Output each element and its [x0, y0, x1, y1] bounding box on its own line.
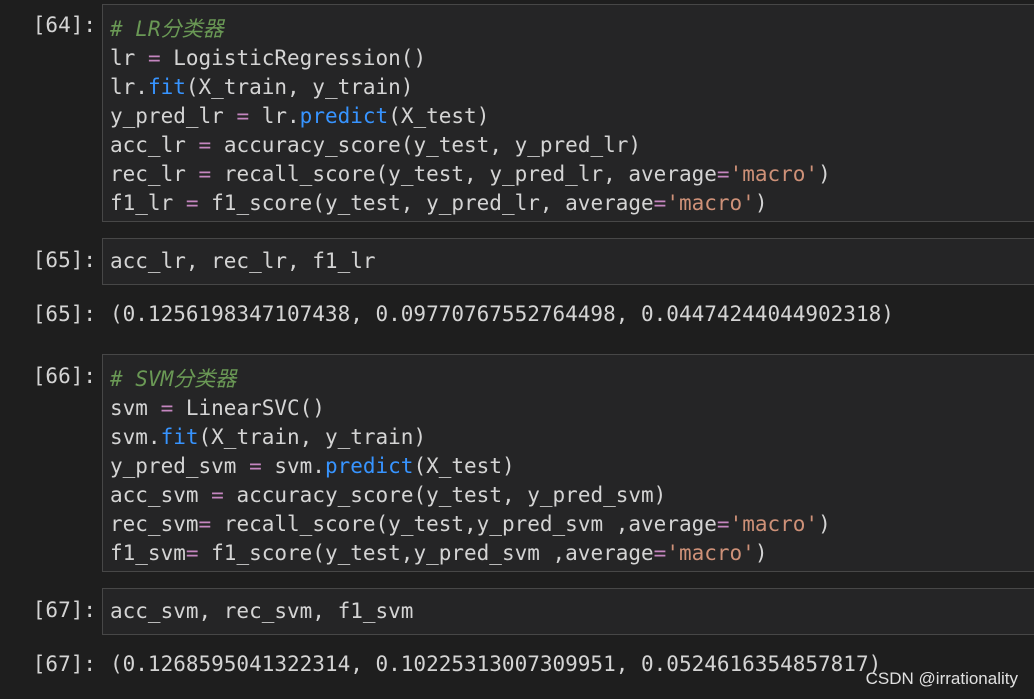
code-text: LogisticRegression() — [160, 46, 427, 70]
output-65: (0.1256198347107438, 0.09770767552764498… — [110, 302, 894, 326]
code-text: y_pred_svm — [110, 454, 250, 478]
code-text: LinearSVC() — [173, 396, 325, 420]
code-operator: = — [198, 512, 212, 536]
code-operator: = — [236, 104, 250, 128]
code-text: ) — [754, 541, 768, 565]
code-line: acc_svm, rec_svm, f1_svm — [110, 599, 414, 623]
code-line: f1_svm= f1_score(y_test,y_pred_svm ,aver… — [110, 539, 1034, 568]
code-text: recall_score(y_test, y_pred_lr, average — [211, 162, 717, 186]
code-operator: = — [198, 162, 212, 186]
code-operator: = — [160, 396, 174, 420]
code-text: svm. — [110, 425, 161, 449]
code-line: svm.fit(X_train, y_train) — [110, 423, 1034, 452]
code-text: (X_test) — [413, 454, 515, 478]
code-line: y_pred_lr = lr.predict(X_test) — [110, 102, 1034, 131]
code-line: rec_lr = recall_score(y_test, y_pred_lr,… — [110, 160, 1034, 189]
output-67-prompt: [67]: — [32, 652, 96, 676]
code-operator: = — [211, 483, 224, 507]
code-line: acc_svm = accuracy_score(y_test, y_pred_… — [110, 481, 1034, 510]
code-text: acc_lr — [110, 133, 199, 157]
code-text: recall_score(y_test,y_pred_svm ,average — [211, 512, 717, 536]
code-text: ) — [818, 162, 831, 186]
code-text: f1_score(y_test, y_pred_lr, average — [198, 191, 654, 215]
code-text: lr. — [110, 75, 148, 99]
code-operator: = — [185, 191, 199, 215]
code-line: acc_lr = accuracy_score(y_test, y_pred_l… — [110, 131, 1034, 160]
code-text: lr — [110, 46, 148, 70]
code-operator: = — [147, 46, 161, 70]
code-text: svm. — [261, 454, 325, 478]
code-text: lr. — [249, 104, 300, 128]
code-text: (X_train, y_train) — [198, 425, 427, 449]
code-method: fit — [147, 75, 186, 99]
code-string: 'macro' — [666, 541, 755, 565]
code-line: acc_lr, rec_lr, f1_lr — [110, 249, 376, 273]
code-text: f1_score(y_test,y_pred_svm ,average — [198, 541, 654, 565]
code-cell-65[interactable]: acc_lr, rec_lr, f1_lr — [102, 238, 1034, 285]
code-text: (X_test) — [388, 104, 490, 128]
code-operator: = — [716, 512, 730, 536]
code-cell-64[interactable]: # LR分类器 lr = LogisticRegression() lr.fit… — [102, 4, 1034, 222]
code-operator: = — [185, 541, 199, 565]
code-cell-67[interactable]: acc_svm, rec_svm, f1_svm — [102, 588, 1034, 635]
output-65-prompt: [65]: — [32, 302, 96, 326]
code-text: f1_svm — [110, 541, 186, 565]
code-text: ) — [818, 512, 831, 536]
code-line: rec_svm= recall_score(y_test,y_pred_svm … — [110, 510, 1034, 539]
code-text: (X_train, y_train) — [185, 75, 414, 99]
output-67: (0.1268595041322314, 0.10225313007309951… — [110, 652, 882, 676]
code-text: f1_lr — [110, 191, 186, 215]
cell-64-prompt: [64]: — [32, 13, 96, 37]
code-text: accuracy_score(y_test, y_pred_svm) — [223, 483, 667, 507]
code-operator: = — [198, 133, 212, 157]
code-line: f1_lr = f1_score(y_test, y_pred_lr, aver… — [110, 189, 1034, 218]
code-text: accuracy_score(y_test, y_pred_lr) — [211, 133, 642, 157]
code-text: acc_svm — [110, 483, 212, 507]
code-operator: = — [653, 191, 667, 215]
cell-67-prompt: [67]: — [32, 598, 96, 622]
code-text: y_pred_lr — [110, 104, 237, 128]
code-operator: = — [653, 541, 667, 565]
code-string: 'macro' — [729, 512, 819, 536]
cell-66-prompt: [66]: — [32, 364, 96, 388]
code-method: predict — [324, 454, 414, 478]
code-text: ) — [754, 191, 768, 215]
code-line: lr.fit(X_train, y_train) — [110, 73, 1034, 102]
code-method: predict — [299, 104, 389, 128]
code-operator: = — [716, 162, 730, 186]
code-text: rec_lr — [110, 162, 199, 186]
code-comment: # LR分类器 — [110, 17, 224, 41]
code-text: svm — [110, 396, 161, 420]
watermark: CSDN @irrationality — [865, 669, 1018, 688]
code-line: # LR分类器 — [110, 15, 1034, 44]
code-operator: = — [249, 454, 262, 478]
code-line: y_pred_svm = svm.predict(X_test) — [110, 452, 1034, 481]
code-text: rec_svm — [110, 512, 199, 536]
code-line: # SVM分类器 — [110, 365, 1034, 394]
code-cell-66[interactable]: # SVM分类器 svm = LinearSVC() svm.fit(X_tra… — [102, 354, 1034, 572]
code-comment: # SVM分类器 — [110, 367, 237, 391]
cell-65-prompt: [65]: — [32, 248, 96, 272]
code-method: fit — [160, 425, 199, 449]
code-string: 'macro' — [729, 162, 819, 186]
code-line: svm = LinearSVC() — [110, 394, 1034, 423]
code-string: 'macro' — [666, 191, 755, 215]
code-line: lr = LogisticRegression() — [110, 44, 1034, 73]
